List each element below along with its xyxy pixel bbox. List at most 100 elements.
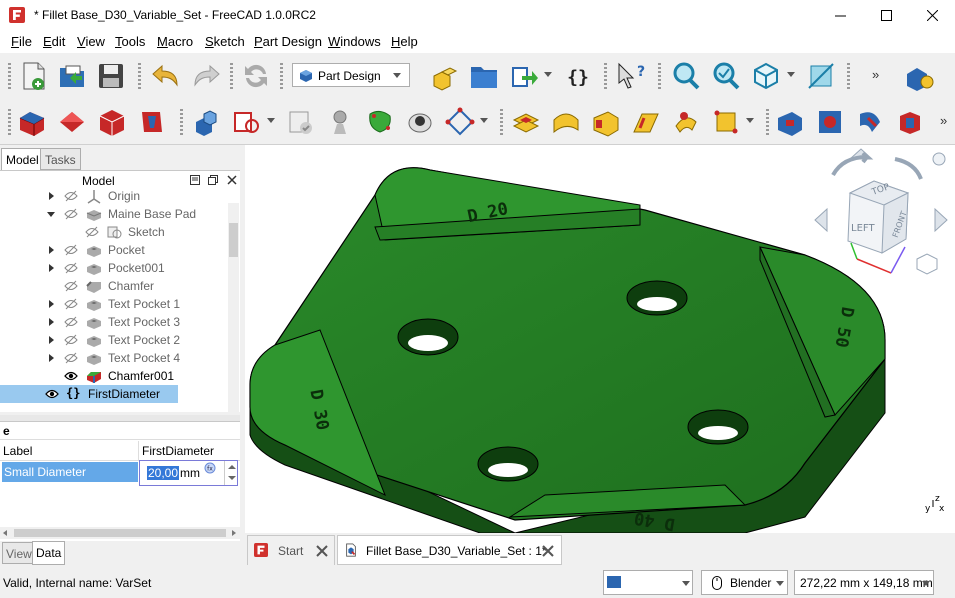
toolbar-grip[interactable] bbox=[604, 63, 607, 89]
tree-item-text-pocket-1[interactable]: Text Pocket 1 bbox=[0, 295, 228, 313]
tree-item-text-pocket-4[interactable]: Text Pocket 4 bbox=[0, 349, 228, 367]
addon-manager-icon[interactable] bbox=[903, 60, 935, 92]
save-icon[interactable] bbox=[95, 60, 127, 92]
diameter-value-input[interactable]: 20,00 bbox=[147, 466, 180, 480]
hidden-eye-icon[interactable] bbox=[64, 334, 78, 346]
refresh-icon[interactable] bbox=[240, 60, 272, 92]
part-hole[interactable] bbox=[626, 280, 688, 316]
nav-rotate-left-icon[interactable] bbox=[831, 151, 872, 177]
subtractive-dropdown-arrow[interactable] bbox=[746, 118, 754, 123]
collapse-arrow-icon[interactable] bbox=[47, 212, 55, 217]
expand-arrow-icon[interactable] bbox=[49, 192, 54, 200]
nav-arrow-right-icon[interactable] bbox=[934, 207, 948, 233]
menu-sketch[interactable]: Sketch bbox=[205, 34, 245, 49]
datum-point-icon[interactable] bbox=[324, 106, 356, 138]
toolbar-grip[interactable] bbox=[230, 63, 233, 89]
groove-icon[interactable] bbox=[590, 106, 622, 138]
minimize-button[interactable] bbox=[817, 0, 863, 31]
redo-icon[interactable] bbox=[190, 60, 222, 92]
whats-this-icon[interactable]: ? bbox=[614, 60, 646, 92]
tree-item-firstdiameter[interactable]: {} FirstDiameter bbox=[0, 385, 178, 403]
expand-arrow-icon[interactable] bbox=[49, 300, 54, 308]
subtractive-pipe-icon[interactable] bbox=[670, 106, 702, 138]
navcube-left[interactable]: LEFT bbox=[851, 223, 875, 234]
props-scrollbar-thumb[interactable] bbox=[14, 529, 226, 537]
datum-dropdown-arrow[interactable] bbox=[480, 118, 488, 123]
nav-menu-icon[interactable] bbox=[932, 152, 946, 166]
folder-icon[interactable] bbox=[468, 60, 500, 92]
float-icon[interactable] bbox=[208, 175, 218, 185]
property-row-label[interactable]: Label FirstDiameter bbox=[0, 441, 240, 461]
navigation-style-selector[interactable]: Blender bbox=[701, 570, 788, 595]
part-hole[interactable] bbox=[397, 318, 459, 356]
shape-binder-icon[interactable] bbox=[364, 106, 396, 138]
link-icon[interactable] bbox=[508, 60, 540, 92]
hole-icon[interactable] bbox=[550, 106, 582, 138]
multitransform-icon[interactable] bbox=[894, 106, 926, 138]
part-hole[interactable] bbox=[687, 409, 749, 445]
menu-windows[interactable]: Windows bbox=[328, 34, 381, 49]
new-document-icon[interactable] bbox=[18, 60, 50, 92]
tree-item-origin[interactable]: Origin bbox=[0, 187, 228, 205]
create-body-icon[interactable] bbox=[428, 60, 460, 92]
visible-eye-icon[interactable] bbox=[64, 370, 78, 382]
hidden-eye-icon[interactable] bbox=[85, 226, 99, 238]
create-sketch-icon[interactable] bbox=[230, 106, 262, 138]
hidden-eye-icon[interactable] bbox=[64, 298, 78, 310]
collapse-icon[interactable] bbox=[190, 175, 200, 185]
tab-close-icon[interactable] bbox=[316, 545, 328, 557]
spin-down-icon[interactable] bbox=[228, 476, 236, 480]
mirrored-icon[interactable] bbox=[774, 106, 806, 138]
subtractive-loft-icon[interactable] bbox=[630, 106, 662, 138]
visible-eye-icon[interactable] bbox=[45, 388, 59, 400]
diameter-quantity-field[interactable]: 20,00 mm fx bbox=[139, 460, 238, 486]
loft-icon[interactable] bbox=[96, 106, 128, 138]
revolution-icon[interactable] bbox=[56, 106, 88, 138]
link-dropdown-arrow[interactable] bbox=[544, 72, 552, 77]
navigation-cube[interactable]: TOP LEFT FRONT bbox=[814, 148, 948, 275]
toolbar-grip[interactable] bbox=[500, 109, 503, 135]
maximize-button[interactable] bbox=[863, 0, 909, 31]
panel-close-icon[interactable] bbox=[227, 175, 237, 185]
toolbar-grip[interactable] bbox=[847, 63, 850, 89]
property-name-cell[interactable]: Small Diameter bbox=[2, 462, 138, 482]
fit-all-icon[interactable] bbox=[670, 60, 702, 92]
toolbar-grip[interactable] bbox=[766, 109, 769, 135]
tab-view[interactable]: View bbox=[2, 542, 36, 564]
nav-arrow-left-icon[interactable] bbox=[814, 207, 828, 233]
validate-sketch-icon[interactable] bbox=[284, 106, 316, 138]
property-group-row[interactable]: e bbox=[0, 422, 240, 440]
props-scrollbar[interactable] bbox=[0, 527, 240, 539]
tree-item-text-pocket-3[interactable]: Text Pocket 3 bbox=[0, 313, 228, 331]
tree-item-pocket[interactable]: Pocket bbox=[0, 241, 228, 259]
menu-view[interactable]: View bbox=[77, 34, 105, 49]
tree-item-text-pocket-2[interactable]: Text Pocket 2 bbox=[0, 331, 228, 349]
view-dropdown-arrow[interactable] bbox=[787, 72, 795, 77]
menu-help[interactable]: Help bbox=[391, 34, 418, 49]
dimension-unit-selector[interactable]: 272,22 mm x 149,18 mm bbox=[794, 570, 934, 595]
expand-arrow-icon[interactable] bbox=[49, 336, 54, 344]
scroll-right-icon[interactable] bbox=[232, 530, 236, 536]
tab-tasks[interactable]: Tasks bbox=[40, 148, 81, 170]
hidden-eye-icon[interactable] bbox=[64, 190, 78, 202]
hidden-eye-icon[interactable] bbox=[64, 208, 78, 220]
measure-icon[interactable] bbox=[805, 60, 837, 92]
toolbar-grip[interactable] bbox=[8, 109, 11, 135]
menu-tools[interactable]: Tools bbox=[115, 34, 145, 49]
toolbar-grip[interactable] bbox=[180, 109, 183, 135]
expand-arrow-icon[interactable] bbox=[49, 264, 54, 272]
clone-icon[interactable] bbox=[404, 106, 436, 138]
tree-scrollbar-thumb[interactable] bbox=[229, 223, 238, 257]
tree-item-maine-base-pad[interactable]: Maine Base Pad bbox=[0, 205, 228, 223]
menu-file[interactable]: File bbox=[11, 34, 32, 49]
polar-pattern-icon[interactable] bbox=[854, 106, 886, 138]
pad-icon[interactable] bbox=[16, 106, 48, 138]
toolbar-grip[interactable] bbox=[8, 63, 11, 89]
hidden-eye-icon[interactable] bbox=[64, 262, 78, 274]
hidden-eye-icon[interactable] bbox=[64, 316, 78, 328]
toolbar-grip[interactable] bbox=[138, 63, 141, 89]
linear-pattern-icon[interactable] bbox=[814, 106, 846, 138]
tab-close-icon[interactable] bbox=[542, 545, 554, 557]
sketch-dropdown-arrow[interactable] bbox=[267, 118, 275, 123]
tree-item-chamfer001[interactable]: Chamfer001 bbox=[0, 367, 228, 385]
